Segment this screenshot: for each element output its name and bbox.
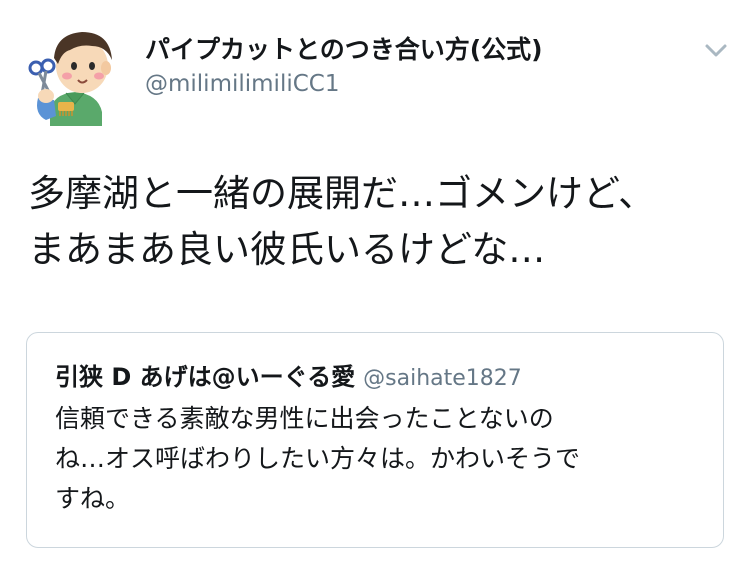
author-display-name[interactable]: パイプカットとのつき合い方(公式)	[145, 34, 685, 66]
chevron-down-icon[interactable]	[702, 40, 730, 60]
tweet: パイプカットとのつき合い方(公式) @milimilimiliCC1 多摩湖と一…	[0, 0, 750, 569]
quoted-author-handle: @saihate1827	[363, 366, 522, 391]
tweet-text: 多摩湖と一緒の展開だ…ゴメンけど、 まあまあ良い彼氏いるけどな…	[28, 172, 656, 271]
tweet-header: パイプカットとのつき合い方(公式) @milimilimiliCC1	[145, 34, 685, 98]
barber-boy-avatar-icon	[28, 32, 112, 126]
quoted-author-display-name: 引狭 D あげは@いーぐる愛	[55, 363, 356, 391]
avatar[interactable]	[20, 16, 130, 126]
author-handle[interactable]: @milimilimiliCC1	[145, 70, 685, 98]
quoted-tweet-text: 信頼できる素敵な男性に出会ったことないの ね…オス呼ばわりしたい方々は。かわいそ…	[55, 404, 581, 513]
quoted-tweet-card[interactable]: 引狭 D あげは@いーぐる愛 @saihate1827 信頼できる素敵な男性に出会…	[26, 332, 724, 548]
quoted-tweet-header: 引狭 D あげは@いーぐる愛 @saihate1827	[55, 357, 522, 392]
